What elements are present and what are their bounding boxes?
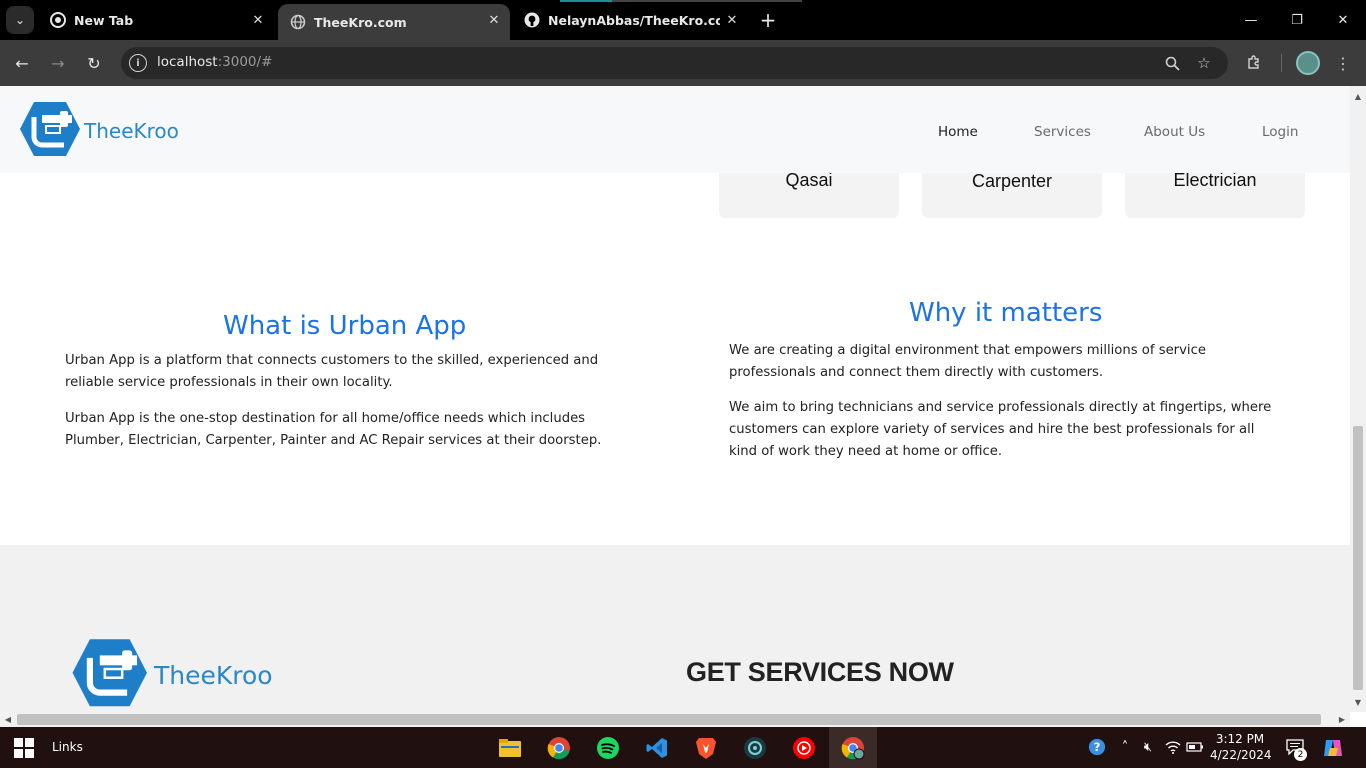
toolbar-divider	[1281, 54, 1282, 72]
copilot-icon[interactable]	[1322, 737, 1344, 759]
vertical-scroll-thumb[interactable]	[1353, 426, 1363, 690]
wifi-icon[interactable]	[1164, 738, 1182, 756]
speaker-muted-icon[interactable]: 🔇︎	[1139, 738, 1157, 756]
brand-name: TheeKroo	[84, 119, 179, 143]
links-toolbar-label[interactable]: Links	[52, 740, 83, 754]
chevron-up-icon[interactable]: ˄	[1116, 738, 1134, 756]
reload-button[interactable]: ↻	[80, 49, 108, 77]
tab-group-indicator	[612, 0, 802, 2]
taskbar-clock[interactable]: 3:12 PM 4/22/2024	[1210, 731, 1272, 763]
notification-count-badge: 2	[1294, 748, 1307, 761]
windows-start-icon[interactable]	[14, 738, 34, 758]
kebab-menu-icon[interactable]: ⋮	[1330, 50, 1356, 76]
restore-button[interactable]: ❐	[1274, 0, 1320, 40]
service-card-label: Qasai	[785, 170, 833, 190]
service-card-label: Carpenter	[971, 171, 1053, 191]
footer-logo[interactable]: TheeKroo	[72, 638, 273, 710]
nav-home[interactable]: Home	[938, 124, 978, 140]
plumbing-logo-icon	[72, 639, 147, 707]
service-card-label: Electrician	[1173, 170, 1257, 190]
file-explorer-icon[interactable]	[495, 733, 525, 763]
address-bar[interactable]: i localhost:3000/# ☆	[121, 47, 1228, 79]
scroll-up-icon[interactable]: ▲	[1350, 88, 1366, 104]
horizontal-scroll-thumb[interactable]	[17, 714, 1321, 725]
why-matters-paragraph-2: We aim to bring technicians and service …	[729, 400, 1272, 459]
nav-about-us[interactable]: About Us	[1144, 124, 1205, 140]
nav-login[interactable]: Login	[1262, 124, 1298, 140]
close-window-button[interactable]: ✕	[1320, 0, 1366, 40]
browser-tab-bar: ⌄ New Tab ✕ TheeKro.com ✕ NelaynAbbas/Th…	[0, 0, 1366, 40]
site-logo[interactable]: TheeKroo	[20, 101, 179, 159]
page-viewport: Qasai Carpenter Electrician TheeKroo Hom…	[0, 86, 1366, 727]
why-matters-paragraph-1: We are creating a digital environment th…	[729, 343, 1206, 380]
tab-group-indicator	[560, 0, 612, 2]
tab-search-button[interactable]: ⌄	[6, 6, 34, 34]
why-matters-title: Why it matters	[909, 298, 1103, 328]
clock-time: 3:12 PM	[1215, 732, 1265, 746]
scroll-right-icon[interactable]: ▶	[1334, 712, 1350, 727]
app-icon-teal[interactable]	[740, 733, 770, 763]
close-icon[interactable]: ✕	[724, 12, 740, 28]
get-services-heading: GET SERVICES NOW	[686, 657, 954, 687]
reload-icon: ↻	[87, 53, 101, 73]
what-is-paragraph-2: Urban App is the one-stop destination fo…	[65, 411, 602, 448]
clock-date: 4/22/2024	[1210, 748, 1272, 762]
new-tab-button[interactable]: +	[756, 8, 780, 32]
zoom-icon[interactable]	[1161, 52, 1183, 74]
github-icon	[524, 12, 540, 28]
footer-brand-name: TheeKroo	[154, 660, 273, 690]
forward-button[interactable]: →	[44, 49, 72, 77]
plumbing-logo-icon	[20, 102, 80, 156]
tab-theekro[interactable]: TheeKro.com ✕	[278, 4, 510, 40]
bookmark-star-icon[interactable]: ☆	[1193, 52, 1215, 74]
youtube-music-icon[interactable]	[789, 733, 819, 763]
brave-icon[interactable]	[691, 733, 721, 763]
what-is-title: What is Urban App	[223, 311, 467, 341]
browser-toolbar: ← → ↻ i localhost:3000/# ☆ ⋮	[0, 40, 1366, 86]
battery-icon[interactable]	[1186, 738, 1204, 756]
tab-new-tab[interactable]: New Tab ✕	[38, 0, 274, 40]
extensions-icon[interactable]	[1241, 50, 1267, 76]
address-url[interactable]: localhost:3000/#	[157, 54, 272, 70]
vertical-scrollbar[interactable]: ▲ ▼	[1350, 86, 1366, 712]
close-icon[interactable]: ✕	[250, 12, 266, 28]
arrow-right-icon: →	[51, 53, 65, 73]
what-is-paragraph-1: Urban App is a platform that connects cu…	[65, 353, 599, 390]
site-header: TheeKroo Home Services About Us Login	[0, 86, 1350, 173]
spotify-icon[interactable]	[593, 733, 623, 763]
tab-title: TheeKro.com	[314, 14, 407, 30]
arrow-left-icon: ←	[15, 53, 29, 73]
windows-taskbar: Links ? ˄ 🔇︎ 3:12 PM 4/22/2024 2	[0, 727, 1366, 768]
tab-title: New Tab	[74, 12, 134, 28]
scroll-left-icon[interactable]: ◀	[0, 712, 16, 727]
back-button[interactable]: ←	[8, 49, 36, 77]
chrome-app-icon[interactable]	[544, 733, 574, 763]
chevron-down-icon: ⌄	[14, 13, 26, 27]
help-icon[interactable]: ?	[1088, 738, 1106, 756]
scroll-down-icon[interactable]: ▼	[1350, 694, 1366, 710]
tab-title: NelaynAbbas/TheeKro.com: Th	[548, 12, 720, 28]
vscode-icon[interactable]	[642, 733, 672, 763]
url-host: localhost	[157, 54, 218, 70]
close-icon[interactable]: ✕	[486, 12, 502, 28]
svg-text:?: ?	[1094, 740, 1101, 754]
site-footer: TheeKroo GET SERVICES NOW	[0, 545, 1350, 727]
minimize-button[interactable]: —	[1228, 0, 1274, 40]
chrome-profile-app-icon[interactable]	[838, 733, 868, 763]
url-path: :3000/#	[217, 54, 273, 70]
horizontal-scrollbar[interactable]: ◀ ▶	[0, 712, 1350, 727]
tab-github[interactable]: NelaynAbbas/TheeKro.com: Th ✕	[512, 0, 748, 40]
globe-icon	[290, 14, 306, 30]
info-icon[interactable]: i	[129, 54, 147, 72]
profile-avatar[interactable]	[1296, 51, 1320, 75]
nav-services[interactable]: Services	[1034, 124, 1091, 140]
chrome-icon	[50, 12, 66, 28]
